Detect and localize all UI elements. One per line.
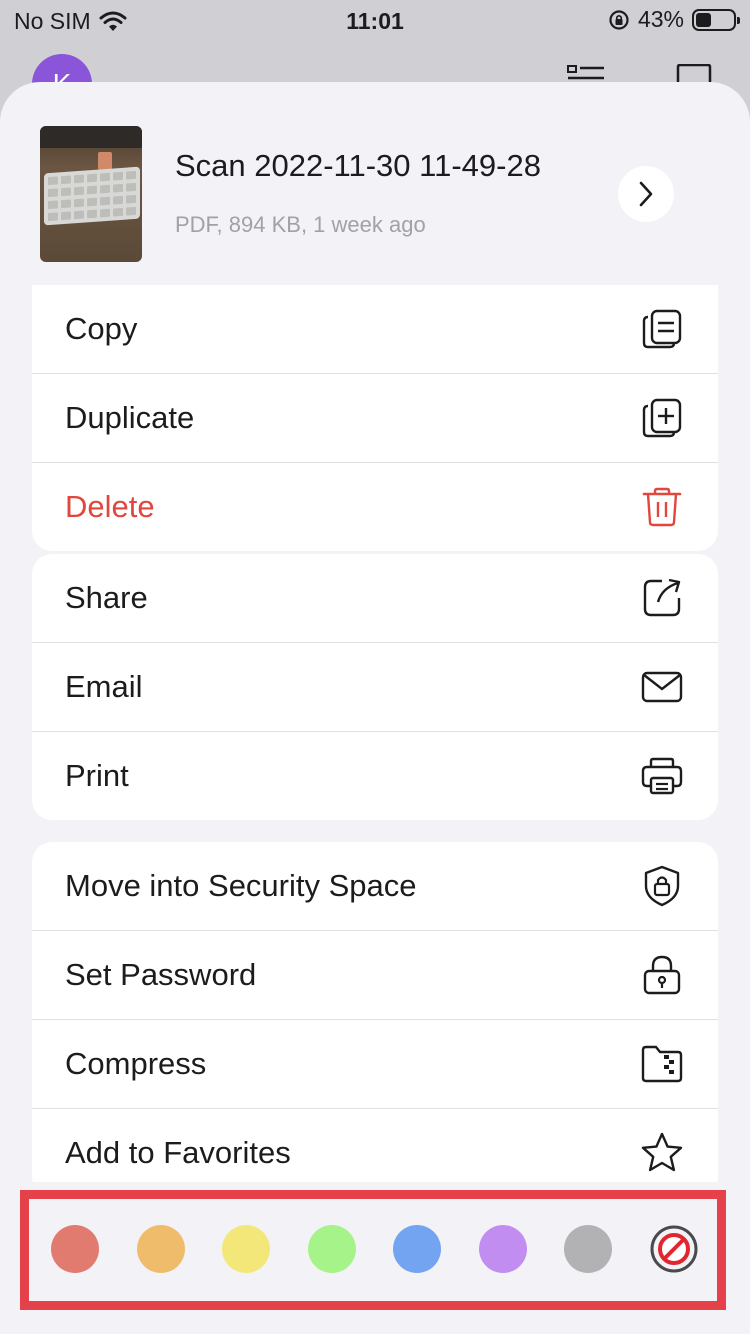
thumbnail-key [126, 182, 136, 192]
share-icon [643, 578, 681, 617]
menu-item-label: Print [65, 758, 129, 793]
thumbnail-key [61, 175, 71, 185]
thumbnail-key [74, 186, 84, 196]
thumbnail-key [126, 194, 136, 204]
thumbnail-key [48, 200, 58, 210]
menu-item-label: Email [65, 669, 143, 704]
battery-icon [692, 8, 740, 31]
color-tag-dot[interactable] [564, 1225, 612, 1273]
thumbnail-key [126, 206, 136, 216]
zip-folder-icon [641, 1045, 683, 1083]
duplicate-icon [642, 398, 682, 438]
menu-item-security-space[interactable]: Move into Security Space [32, 842, 718, 931]
chevron-right-icon [639, 181, 653, 207]
color-tag-dot[interactable] [136, 1225, 185, 1273]
thumbnail-key [100, 184, 110, 194]
color-tag-dot[interactable] [51, 1225, 99, 1273]
menu-item-duplicate[interactable]: Duplicate [32, 374, 718, 463]
menu-item-label: Duplicate [65, 400, 195, 435]
color-tag-dot[interactable] [393, 1225, 441, 1273]
file-header: Scan 2022-11-30 11-49-28 PDF, 894 KB, 1 … [0, 82, 750, 287]
color-tag-dot[interactable] [307, 1225, 356, 1273]
list-view-icon[interactable] [566, 64, 606, 82]
thumbnail-key [100, 196, 110, 206]
thumbnail-monitor [40, 126, 142, 148]
lock-icon [643, 955, 681, 995]
star-icon [641, 1132, 683, 1172]
copy-icon [642, 309, 682, 349]
color-tag-dot[interactable] [222, 1225, 270, 1273]
thumbnail-key [113, 183, 123, 193]
menu-item-label: Delete [65, 489, 155, 524]
menu-group-security: Move into Security Space Set Password Co… [32, 842, 718, 1197]
thumbnail-key [87, 185, 97, 195]
thumbnail-key [61, 211, 71, 221]
thumbnail-key [100, 172, 110, 182]
thumbnail-key [100, 208, 110, 218]
thumbnail-key [113, 195, 123, 205]
trash-icon [642, 487, 682, 527]
menu-item-copy[interactable]: Copy [32, 285, 718, 374]
menu-item-label: Compress [65, 1046, 207, 1081]
menu-item-print[interactable]: Print [32, 732, 718, 820]
file-thumbnail[interactable] [40, 126, 142, 262]
menu-item-label: Add to Favorites [65, 1135, 291, 1170]
thumbnail-key [48, 188, 58, 198]
battery-level [696, 12, 711, 27]
orientation-lock-icon [609, 9, 629, 30]
shield-lock-icon [644, 865, 680, 907]
menu-item-set-password[interactable]: Set Password [32, 931, 718, 1020]
thumbnail-key [87, 173, 97, 183]
color-tag-list [29, 1199, 699, 1301]
status-right: 43% [608, 6, 740, 33]
menu-item-compress[interactable]: Compress [32, 1020, 718, 1109]
thumbnail-key [48, 176, 58, 186]
thumbnail-key [87, 197, 97, 207]
menu-item-email[interactable]: Email [32, 643, 718, 732]
envelope-icon [641, 671, 683, 703]
thumbnail-object [98, 152, 112, 170]
menu-group-share: Share Email Print [32, 554, 718, 820]
thumbnail-key [74, 198, 84, 208]
thumbnail-key [74, 210, 84, 220]
menu-item-label: Copy [65, 311, 138, 346]
thumbnail-key [61, 187, 71, 197]
menu-item-delete[interactable]: Delete [32, 463, 718, 551]
no-color-icon[interactable] [650, 1225, 698, 1273]
file-details-button[interactable] [618, 166, 674, 222]
color-tag-dot[interactable] [478, 1225, 527, 1273]
menu-item-label: Share [65, 580, 148, 615]
menu-item-share[interactable]: Share [32, 554, 718, 643]
thumbnail-key [74, 174, 84, 184]
thumbnail-key [87, 209, 97, 219]
thumbnail-key [113, 171, 123, 181]
battery-percent: 43% [637, 6, 684, 32]
status-bar: No SIM 11:01 43% [0, 0, 750, 44]
thumbnail-key [48, 212, 58, 222]
thumbnail-key [61, 199, 71, 209]
menu-item-label: Set Password [65, 957, 257, 992]
color-tag-bar [0, 1182, 750, 1334]
thumbnail-key [113, 207, 123, 217]
edit-icon[interactable] [676, 64, 716, 82]
menu-group-file-actions: Copy Duplicate Delete [32, 285, 718, 551]
action-sheet: Scan 2022-11-30 11-49-28 PDF, 894 KB, 1 … [0, 82, 750, 1334]
printer-icon [641, 757, 683, 795]
thumbnail-keyboard [44, 166, 140, 226]
file-name: Scan 2022-11-30 11-49-28 [175, 148, 541, 183]
thumbnail-key [126, 170, 136, 180]
file-meta: PDF, 894 KB, 1 week ago [175, 212, 426, 237]
menu-item-label: Move into Security Space [65, 868, 417, 903]
